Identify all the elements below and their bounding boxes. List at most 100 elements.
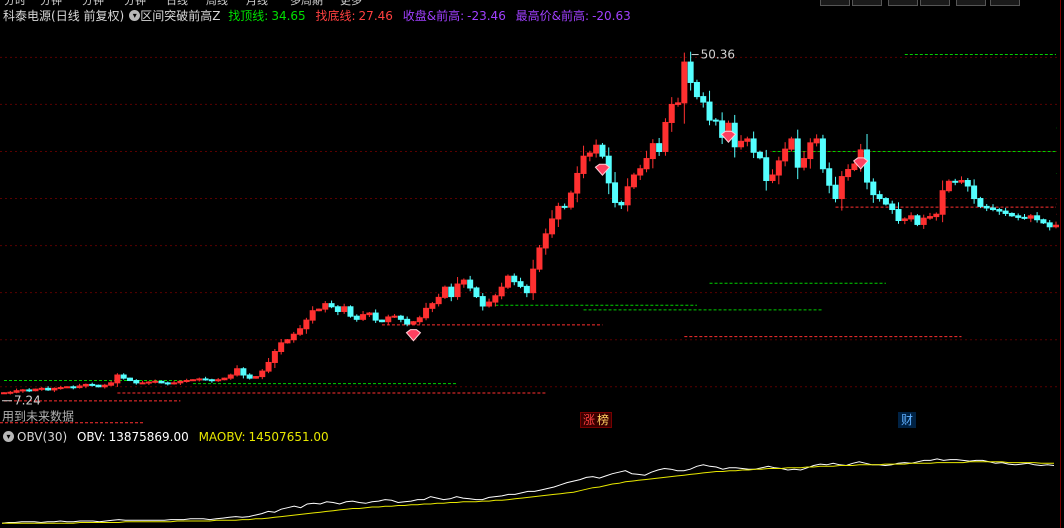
candle-body[interactable]: [794, 138, 801, 168]
candle-body[interactable]: [1002, 210, 1009, 214]
candle-body[interactable]: [171, 382, 178, 385]
top-menu-item[interactable]: 多周期: [290, 0, 323, 6]
candle-body[interactable]: [681, 61, 688, 104]
candle-body[interactable]: [870, 181, 877, 196]
candle-body[interactable]: [290, 333, 297, 341]
candle-body[interactable]: [807, 142, 814, 160]
stock-name[interactable]: 科泰电源: [3, 9, 51, 23]
candle-body[interactable]: [769, 174, 776, 182]
candle-body[interactable]: [876, 194, 883, 200]
candle-body[interactable]: [580, 155, 587, 174]
candle-body[interactable]: [126, 377, 133, 382]
candle-body[interactable]: [423, 307, 430, 319]
candle-body[interactable]: [429, 303, 436, 309]
candle-body[interactable]: [864, 149, 871, 183]
candle-body[interactable]: [202, 378, 209, 381]
obv-dropdown-icon[interactable]: ▾: [3, 431, 14, 442]
candle-body[interactable]: [599, 144, 606, 157]
candle-body[interactable]: [549, 218, 556, 235]
candle-body[interactable]: [649, 143, 656, 160]
candle-body[interactable]: [108, 382, 115, 386]
candle-body[interactable]: [114, 374, 121, 384]
candle-body[interactable]: [492, 295, 499, 303]
candle-body[interactable]: [303, 319, 310, 330]
candle-body[interactable]: [221, 377, 228, 381]
candle-body[interactable]: [1053, 224, 1059, 228]
candle-body[interactable]: [341, 306, 348, 312]
candle-body[interactable]: [366, 312, 373, 316]
candle-body[interactable]: [618, 201, 625, 206]
candle-body[interactable]: [454, 283, 461, 298]
obv-chart[interactable]: [0, 446, 1060, 528]
candle-body[interactable]: [265, 361, 272, 372]
candle-body[interactable]: [473, 287, 480, 298]
candle-body[interactable]: [259, 370, 266, 378]
candle-body[interactable]: [353, 315, 360, 320]
top-menu-item[interactable]: 分钟: [40, 0, 62, 6]
candle-body[interactable]: [838, 176, 845, 200]
top-menu-item[interactable]: 分时: [4, 0, 26, 6]
candle-body[interactable]: [372, 312, 379, 321]
candle-body[interactable]: [914, 215, 921, 225]
candle-body[interactable]: [586, 152, 593, 157]
candle-body[interactable]: [215, 379, 222, 382]
candle-body[interactable]: [851, 163, 858, 171]
candle-body[interactable]: [668, 103, 675, 123]
candle-body[interactable]: [101, 384, 108, 388]
candle-body[interactable]: [45, 387, 52, 391]
candle-body[interactable]: [662, 121, 669, 152]
candle-body[interactable]: [977, 198, 984, 207]
toolbar-button[interactable]: [888, 0, 918, 6]
candle-body[interactable]: [57, 387, 64, 390]
candle-body[interactable]: [555, 205, 562, 220]
candle-body[interactable]: [693, 81, 700, 98]
candle-body[interactable]: [404, 318, 411, 325]
candle-body[interactable]: [964, 180, 971, 187]
candle-body[interactable]: [574, 172, 581, 194]
candle-body[interactable]: [517, 281, 524, 287]
candle-body[interactable]: [1034, 215, 1041, 221]
candle-body[interactable]: [448, 286, 455, 298]
candle-body[interactable]: [145, 381, 152, 384]
candle-body[interactable]: [706, 101, 713, 121]
candle-body[interactable]: [26, 389, 33, 392]
candle-body[interactable]: [246, 374, 253, 379]
candle-body[interactable]: [322, 303, 329, 310]
candle-body[interactable]: [700, 96, 707, 103]
candle-body[interactable]: [278, 342, 285, 352]
candle-body[interactable]: [38, 387, 45, 390]
candle-body[interactable]: [983, 205, 990, 209]
candle-body[interactable]: [756, 151, 763, 159]
cai-marker[interactable]: 财: [898, 412, 917, 428]
candle-body[interactable]: [315, 308, 322, 312]
candle-body[interactable]: [460, 279, 467, 285]
candle-body[interactable]: [712, 119, 719, 122]
candle-body[interactable]: [656, 143, 663, 152]
candle-body[interactable]: [334, 306, 341, 312]
candle-body[interactable]: [637, 168, 644, 176]
candle-body[interactable]: [1040, 219, 1047, 224]
candle-body[interactable]: [435, 296, 442, 305]
top-menu-item[interactable]: 分钟: [82, 0, 104, 6]
candle-body[interactable]: [152, 380, 159, 383]
candle-body[interactable]: [971, 185, 978, 200]
candle-body[interactable]: [845, 169, 852, 178]
candle-body[interactable]: [19, 389, 26, 392]
candle-body[interactable]: [227, 374, 234, 379]
candle-body[interactable]: [687, 61, 694, 83]
top-menu-item[interactable]: 周线: [206, 0, 228, 6]
candle-body[interactable]: [542, 233, 549, 249]
candle-body[interactable]: [536, 247, 543, 270]
candle-body[interactable]: [612, 182, 619, 203]
candle-body[interactable]: [271, 350, 278, 363]
candle-body[interactable]: [360, 314, 367, 320]
candle-body[interactable]: [63, 386, 70, 389]
candle-body[interactable]: [76, 385, 83, 389]
candle-body[interactable]: [397, 315, 404, 320]
candle-body[interactable]: [511, 275, 518, 283]
candle-body[interactable]: [89, 383, 96, 386]
candle-body[interactable]: [486, 301, 493, 307]
candle-body[interactable]: [763, 157, 770, 182]
indicator-dropdown-icon[interactable]: ▾: [129, 10, 141, 21]
candle-body[interactable]: [832, 184, 839, 200]
